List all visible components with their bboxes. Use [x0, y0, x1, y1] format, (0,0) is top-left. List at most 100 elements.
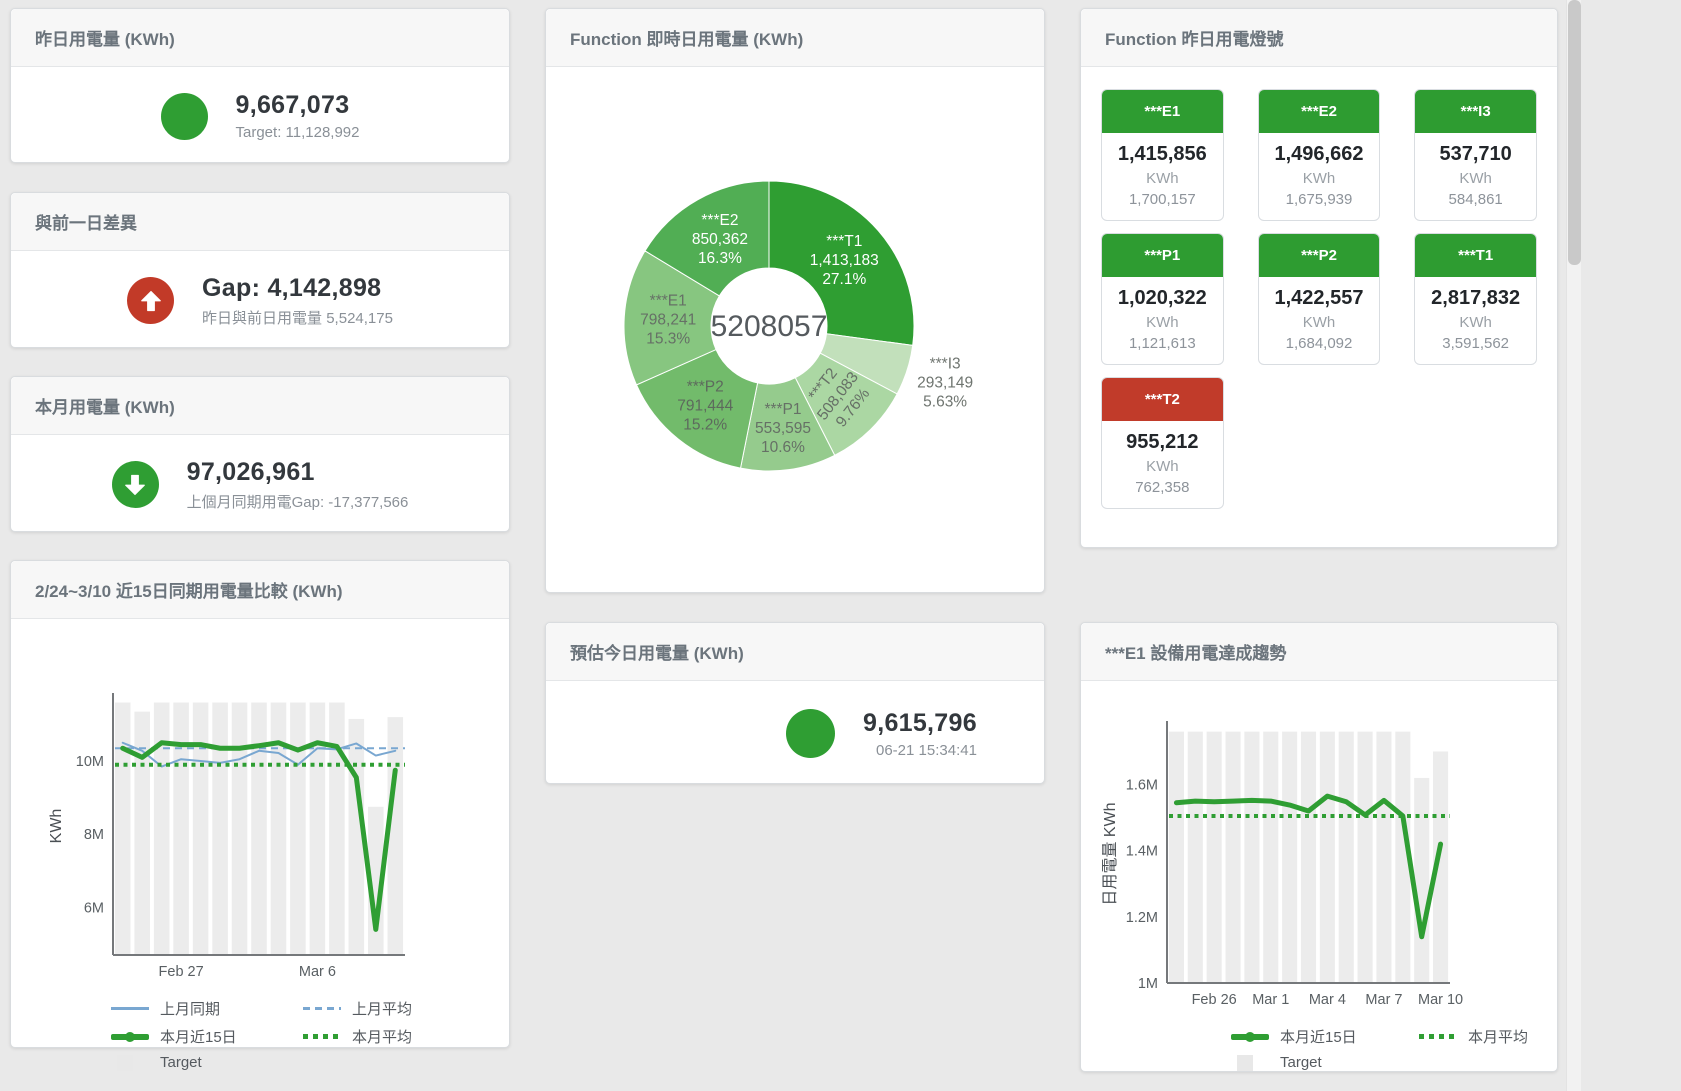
light-tile-unit: KWh	[1106, 314, 1219, 331]
x-tick-label: Mar 6	[299, 964, 336, 980]
target-bar	[1207, 732, 1222, 983]
status-circle-icon	[786, 709, 835, 758]
light-tile-target: 762,358	[1106, 479, 1219, 496]
target-bar	[329, 702, 345, 955]
target-bar	[1358, 732, 1373, 983]
card-month-usage: 本月用電量 (KWh) 97,026,961 上個月同期用電Gap: -17,3…	[10, 376, 510, 532]
light-tile-value: 1,415,856	[1106, 143, 1219, 166]
green-line-swatch	[1231, 1034, 1269, 1040]
target-bar	[1320, 732, 1335, 983]
legend-item[interactable]: 上月同期	[111, 998, 303, 1019]
light-tile-P1: ***P1 1,020,322 KWh 1,121,613	[1101, 233, 1224, 365]
target-bar	[251, 702, 267, 955]
target-bar	[1376, 732, 1391, 983]
x-tick-label: Mar 1	[1252, 992, 1289, 1008]
y-tick-label: 1.4M	[1126, 844, 1158, 860]
legend-label: 本月近15日	[160, 1026, 237, 1047]
light-tile-target: 1,700,157	[1106, 191, 1219, 208]
light-tile-T1: ***T12,817,832KWh3,591,562	[1414, 233, 1537, 365]
target-bar	[173, 702, 189, 955]
light-tile-target: 1,675,939	[1263, 191, 1376, 208]
light-tile-status: ***E2	[1259, 90, 1380, 133]
legend-label: 上月同期	[160, 998, 220, 1019]
scrollbar-thumb[interactable]	[1568, 0, 1581, 265]
donut-center-total: 5208057	[711, 310, 828, 343]
card-compare-chart: 2/24~3/10 近15日同期用電量比較 (KWh) 6M8M10MFeb 2…	[10, 560, 510, 1048]
target-bar	[212, 702, 228, 955]
target-bar	[1301, 732, 1316, 983]
target-bar	[1188, 732, 1203, 983]
e1-trend-chart: 1M1.2M1.4M1.6MFeb 26Mar 1Mar 4Mar 7Mar 1…	[1095, 717, 1545, 1017]
light-tile-status: ***I3	[1415, 90, 1536, 133]
light-tile-status: ***E1	[1102, 90, 1223, 133]
trend-chart-title: ***E1 設備用電達成趨勢	[1081, 623, 1557, 681]
target-bar	[1169, 732, 1184, 983]
trend-chart-legend: 本月近15日 本月平均 Target	[1231, 1026, 1557, 1071]
target-bar	[1339, 732, 1354, 983]
card-realtime-donut: Function 即時日用電量 (KWh) ***T11,413,18327.1…	[545, 8, 1045, 593]
card-title: 預估今日用電量 (KWh)	[546, 623, 1044, 681]
yesterday-usage-target: Target: 11,128,992	[236, 124, 360, 141]
legend-label: 本月平均	[352, 1026, 412, 1047]
light-tile-target: 1,121,613	[1106, 335, 1219, 352]
y-axis-label: KWh	[48, 809, 65, 844]
legend-item[interactable]: 本月平均	[1419, 1026, 1557, 1047]
light-tile-status: ***T1	[1415, 234, 1536, 277]
light-tile-value: 1,020,322	[1106, 287, 1219, 310]
light-tile-status: ***P2	[1259, 234, 1380, 277]
light-tile-E2: ***E21,496,662KWh1,675,939	[1258, 89, 1381, 221]
target-swatch	[117, 1055, 133, 1071]
legend-item[interactable]: 上月平均	[303, 998, 509, 1019]
lights-panel-title: Function 昨日用電燈號	[1081, 9, 1557, 67]
compare-chart-title: 2/24~3/10 近15日同期用電量比較 (KWh)	[11, 561, 509, 619]
day-gap-value: Gap: 4,142,898	[202, 274, 393, 303]
target-bar	[1263, 732, 1278, 983]
light-tile-I3: ***I3537,710KWh584,861	[1414, 89, 1537, 221]
blue-line-swatch	[111, 1007, 149, 1010]
legend-item-target[interactable]: Target	[1231, 1054, 1419, 1071]
card-yesterday-usage: 昨日用電量 (KWh) 9,667,073 Target: 11,128,992	[10, 8, 510, 163]
y-axis-label: 日用電量 KWh	[1102, 802, 1119, 905]
light-tile-unit: KWh	[1106, 458, 1219, 475]
light-tile-unit: KWh	[1419, 170, 1532, 187]
month-usage-value: 97,026,961	[187, 458, 409, 487]
status-circle-icon	[161, 93, 208, 140]
legend-item[interactable]: 本月近15日	[1231, 1026, 1419, 1047]
x-tick-label: Feb 26	[1192, 992, 1237, 1008]
light-tile-target: 1,684,092	[1263, 335, 1376, 352]
down-arrow-icon	[112, 461, 159, 508]
card-estimate-today: 預估今日用電量 (KWh) 9,615,796 06-21 15:34:41	[545, 622, 1045, 784]
y-tick-label: 10M	[76, 754, 104, 770]
light-tile-status: ***P1	[1102, 234, 1223, 277]
light-tile-value: 955,212	[1106, 431, 1219, 454]
compare-chart-legend: 上月同期 上月平均 本月近15日 本月平均 Target	[111, 998, 509, 1071]
blue-dashed-swatch	[303, 1007, 341, 1010]
legend-label: 本月近15日	[1280, 1026, 1357, 1047]
light-tile-target: 584,861	[1419, 191, 1532, 208]
x-tick-label: Mar 7	[1365, 992, 1402, 1008]
target-bar	[290, 702, 306, 955]
light-tile-unit: KWh	[1263, 314, 1376, 331]
vertical-scrollbar[interactable]	[1566, 0, 1581, 1091]
y-tick-label: 1.2M	[1126, 910, 1158, 926]
target-bar	[232, 702, 248, 955]
card-title: 本月用電量 (KWh)	[11, 377, 509, 435]
card-e1-trend-chart: ***E1 設備用電達成趨勢 1M1.2M1.4M1.6MFeb 26Mar 1…	[1080, 622, 1558, 1072]
legend-label: Target	[1280, 1054, 1322, 1071]
y-tick-label: 6M	[84, 900, 104, 916]
legend-item[interactable]: 本月近15日	[111, 1026, 303, 1047]
light-tile-P2: ***P21,422,557KWh1,684,092	[1258, 233, 1381, 365]
target-bar	[1414, 778, 1429, 983]
y-tick-label: 1M	[1138, 976, 1158, 992]
donut-slice-label: ***I3293,1495.63%	[917, 356, 973, 411]
light-tile-T2: ***T2955,212KWh762,358	[1101, 377, 1224, 509]
target-bar	[1225, 732, 1240, 983]
yesterday-usage-value: 9,667,073	[236, 91, 360, 120]
legend-item[interactable]: 本月平均	[303, 1026, 509, 1047]
estimate-today-value: 9,615,796	[863, 709, 977, 738]
legend-label: 上月平均	[352, 998, 412, 1019]
light-tile-unit: KWh	[1263, 170, 1376, 187]
light-tile-unit: KWh	[1106, 170, 1219, 187]
legend-item-target[interactable]: Target	[111, 1054, 303, 1071]
card-day-gap: 與前一日差異 Gap: 4,142,898 昨日與前日用電量 5,524,175	[10, 192, 510, 348]
